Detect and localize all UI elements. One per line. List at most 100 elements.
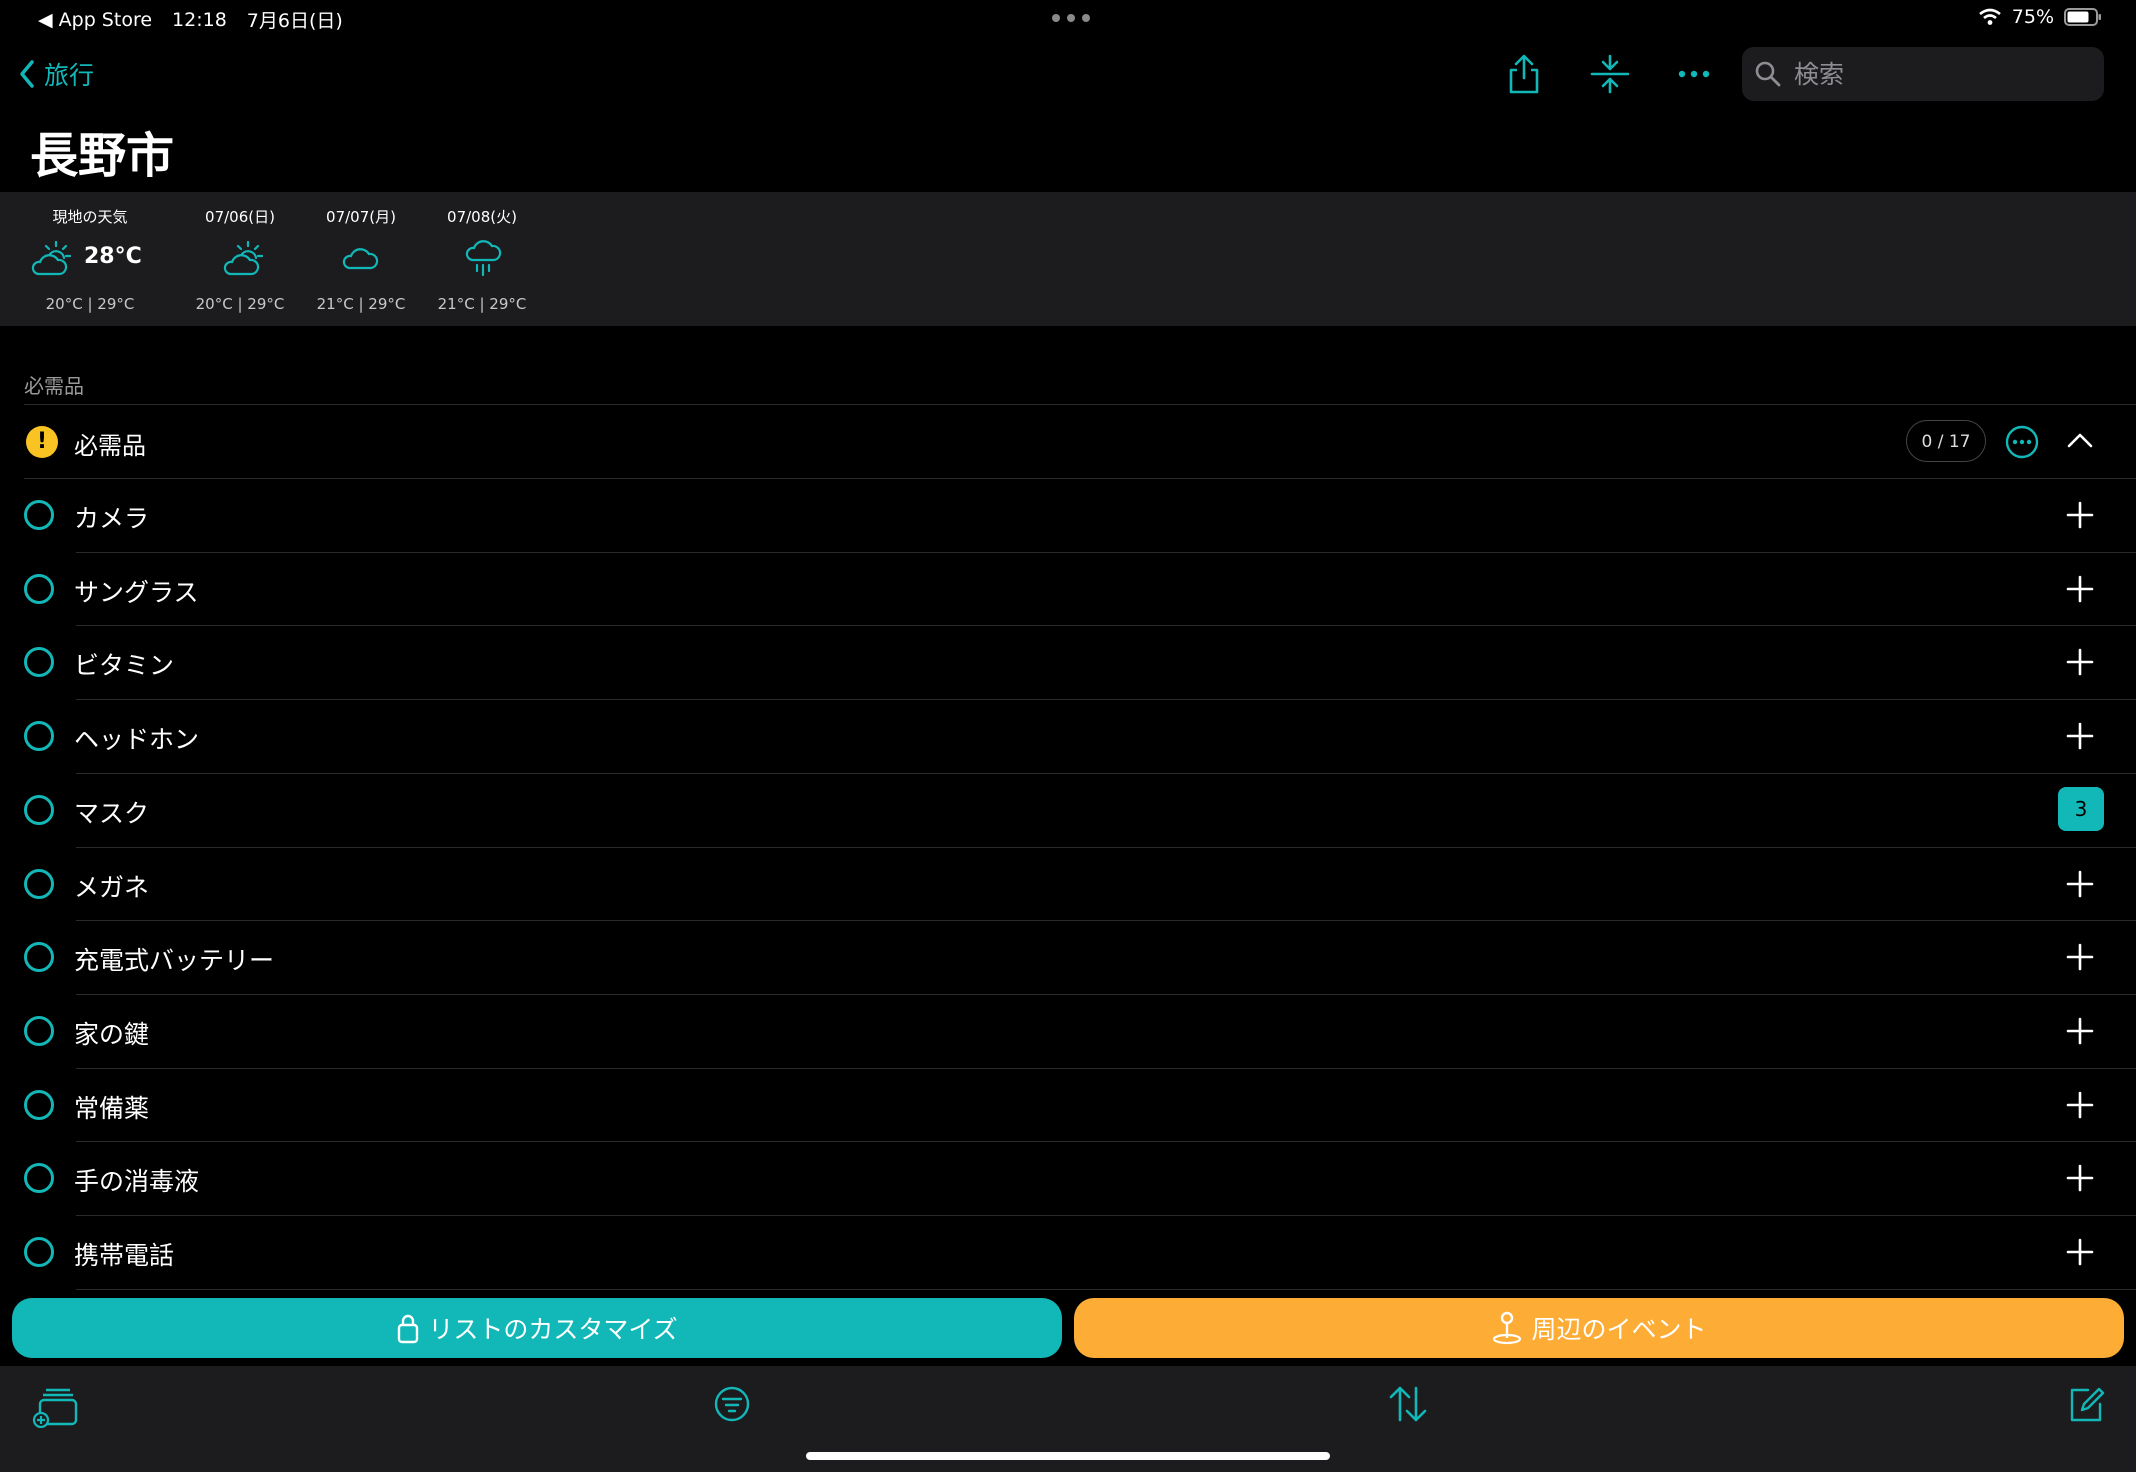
filter-icon [712, 1384, 752, 1424]
home-indicator[interactable] [806, 1452, 1330, 1460]
rain-icon [462, 238, 506, 278]
item-label: サングラス [74, 577, 199, 607]
battery-icon [2064, 8, 2102, 26]
item-label: 充電式バッテリー [74, 946, 275, 976]
plus-icon[interactable] [2066, 870, 2094, 898]
sort-button[interactable] [1386, 1384, 1430, 1424]
plus-icon[interactable] [2066, 1238, 2094, 1266]
plus-icon[interactable] [2066, 575, 2094, 603]
item-label: 常備薬 [74, 1093, 150, 1123]
group-more-button[interactable] [2004, 424, 2040, 460]
checkbox-circle[interactable] [24, 868, 54, 899]
forecast-date: 07/06(日) [205, 208, 275, 226]
list-item[interactable]: メガネ [0, 847, 2136, 921]
list-item[interactable]: マスク 3 [0, 773, 2136, 847]
battery-percent: 75% [2011, 6, 2054, 28]
ellipsis-circle-icon [2004, 424, 2040, 460]
location-pin-icon [1491, 1310, 1523, 1346]
checkbox-circle[interactable] [24, 1089, 54, 1120]
forecast-date: 07/08(火) [447, 208, 517, 226]
checkbox-circle[interactable] [24, 942, 54, 973]
plus-icon[interactable] [2066, 943, 2094, 971]
back-label: 旅行 [44, 61, 95, 90]
list-item[interactable]: 家の鍵 [0, 994, 2136, 1068]
nearby-events-label: 周辺のイベント [1531, 1315, 1707, 1344]
divider [76, 1288, 2136, 1290]
checkbox-circle[interactable] [24, 721, 54, 752]
checkbox-circle[interactable] [24, 573, 54, 604]
sort-arrows-icon [1386, 1384, 1430, 1424]
status-date: 7月6日(日) [246, 10, 343, 32]
checkbox-circle[interactable] [24, 1015, 54, 1046]
list-item[interactable]: カメラ [0, 478, 2136, 552]
more-button[interactable] [1672, 52, 1716, 96]
item-label: ビタミン [74, 651, 175, 681]
checkbox-circle[interactable] [24, 1163, 54, 1194]
filter-button[interactable] [712, 1384, 752, 1424]
customize-list-button[interactable]: リストのカスタマイズ [12, 1298, 1062, 1358]
forecast-range: 20°C | 29°C [195, 295, 285, 313]
checkbox-circle[interactable] [24, 1237, 54, 1267]
forecast-range: 21°C | 29°C [437, 295, 527, 313]
quantity-badge[interactable]: 3 [2058, 786, 2104, 831]
lock-icon [396, 1312, 420, 1344]
plus-icon[interactable] [2066, 722, 2094, 750]
checkbox-circle[interactable] [24, 500, 54, 530]
share-button[interactable] [1502, 52, 1546, 96]
weather-strip[interactable]: 現地の天気 28°C 20°C | 29°C 07/06(日) 20°C | 2… [0, 192, 2136, 326]
forecast-date: 07/07(月) [326, 208, 396, 226]
status-time: 12:18 [172, 8, 227, 31]
multitasking-dots[interactable] [1052, 14, 1090, 22]
list-item[interactable]: ヘッドホン [0, 699, 2136, 773]
list-item[interactable]: 手の消毒液 [0, 1141, 2136, 1215]
checkbox-circle[interactable] [24, 647, 54, 678]
list-item[interactable]: 充電式バッテリー [0, 920, 2136, 994]
plus-icon[interactable] [2066, 1091, 2094, 1119]
partly-cloudy-icon [220, 238, 264, 278]
back-button[interactable]: 旅行 [18, 56, 94, 92]
search-icon [1754, 60, 1782, 88]
list-item[interactable]: 常備薬 [0, 1068, 2136, 1142]
cloud-icon [339, 238, 383, 278]
weather-current-range: 20°C | 29°C [45, 295, 135, 313]
status-bar: ◀ App Store 12:18 7月6日(日) 75% [0, 0, 2136, 36]
plus-icon[interactable] [2066, 1164, 2094, 1192]
item-label: 携帯電話 [74, 1241, 175, 1270]
page-title: 長野市 [30, 128, 175, 184]
forecast-range: 21°C | 29°C [316, 295, 406, 313]
checkbox-circle[interactable] [24, 794, 54, 825]
list-item[interactable]: ビタミン [0, 625, 2136, 699]
collapse-group-button[interactable] [2064, 426, 2096, 456]
plus-icon[interactable] [2066, 648, 2094, 676]
plus-icon[interactable] [2066, 1017, 2094, 1045]
weather-current-label: 現地の天気 [52, 208, 128, 226]
plus-icon[interactable] [2066, 501, 2094, 529]
compose-icon [2066, 1384, 2106, 1424]
item-label: メガネ [74, 872, 150, 902]
collapse-arrows-icon [1588, 52, 1632, 96]
current-temp: 28°C [84, 244, 142, 269]
item-label: ヘッドホン [74, 725, 200, 755]
list-item[interactable]: 携帯電話 [0, 1215, 2136, 1289]
item-label: 家の鍵 [74, 1019, 150, 1049]
chevron-up-icon [2064, 426, 2096, 456]
customize-list-label: リストのカスタマイズ [428, 1315, 678, 1344]
add-list-button[interactable] [32, 1384, 78, 1428]
list-item[interactable]: サングラス [0, 552, 2136, 626]
nearby-events-button[interactable]: 周辺のイベント [1074, 1298, 2124, 1358]
group-label: 必需品 [74, 432, 146, 460]
add-stack-icon [32, 1384, 78, 1428]
collapse-all-button[interactable] [1588, 52, 1632, 96]
back-to-app-store[interactable]: ◀ App Store [38, 9, 152, 31]
group-header[interactable]: ! 必需品 0 / 17 [0, 404, 2136, 478]
partly-cloudy-icon [28, 238, 72, 278]
wifi-icon [1978, 8, 2002, 26]
ellipsis-icon [1672, 52, 1716, 96]
progress-counter: 0 / 17 [1906, 420, 1986, 462]
item-label: カメラ [74, 504, 150, 533]
compose-button[interactable] [2066, 1384, 2106, 1424]
chevron-left-icon [18, 59, 36, 89]
search-field[interactable] [1742, 47, 2104, 101]
search-input[interactable] [1792, 58, 2086, 90]
section-title: 必需品 [24, 374, 84, 398]
